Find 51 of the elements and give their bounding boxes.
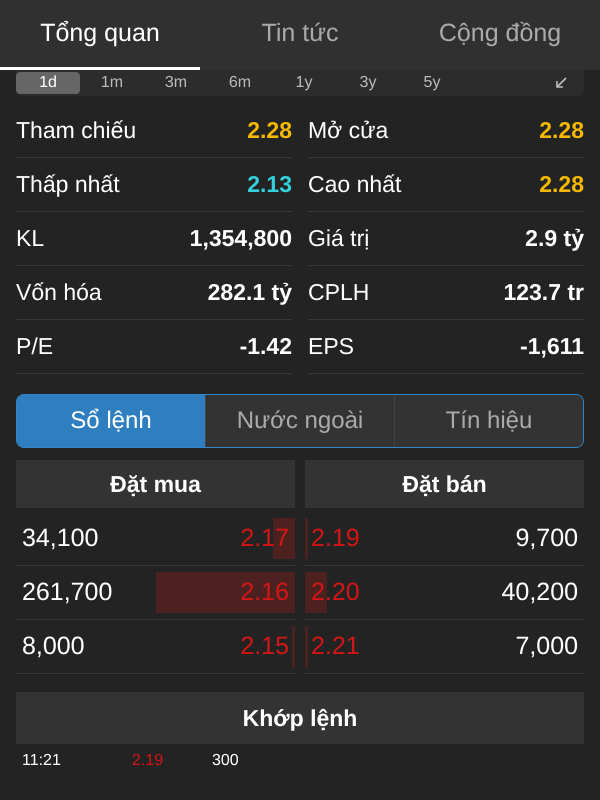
trade-time: 11:21 [22,752,62,770]
stat-value: -1,611 [520,333,584,360]
stat-value: 2.9 tỷ [525,225,584,252]
period-tab[interactable]: 3y [336,72,400,94]
ask-price: 2.21 [311,632,360,661]
period-tab[interactable]: 6m [208,72,272,94]
tab[interactable]: Tin tức [200,0,400,70]
bid-volume: 261,700 [22,578,112,607]
period-tab[interactable]: 1y [272,72,336,94]
bid-volume: 8,000 [22,632,85,661]
stat-value: 2.13 [247,171,292,198]
stat-value: 2.28 [539,117,584,144]
period-tab[interactable]: 1m [80,72,144,94]
stat-label: EPS [308,333,354,360]
column-header: Đặt bán [305,460,584,508]
ask-volume: 7,000 [515,632,578,661]
bid-volume: 34,100 [22,524,98,553]
column-header: Đặt mua [16,460,295,508]
ask-volume: 40,200 [502,578,578,607]
ask-volume: 9,700 [515,524,578,553]
segment-tab[interactable]: Nước ngoài [205,395,394,447]
stat-value: 2.28 [247,117,292,144]
period-tab[interactable]: 1d [16,72,80,94]
bid-price: 2.15 [240,632,289,661]
period-tab[interactable]: 5y [400,72,464,94]
stat-label: Giá trị [308,225,370,252]
stat-label: Mở cửa [308,117,388,144]
stat-value: 1,354,800 [190,225,292,252]
expand-icon[interactable] [554,76,568,90]
stat-label: Thấp nhất [16,171,120,198]
section-header: Khớp lệnh [16,692,584,744]
bid-price: 2.17 [240,524,289,553]
bid-price: 2.16 [240,578,289,607]
trade-volume: 300 [212,752,239,770]
stat-value: 2.28 [539,171,584,198]
stat-value: 282.1 tỷ [208,279,292,306]
segment-tab[interactable]: Sổ lệnh [17,395,205,447]
stat-label: CPLH [308,279,370,306]
stat-value: 123.7 tr [503,279,584,306]
trade-price: 2.19 [132,752,164,770]
stat-value: -1.42 [240,333,292,360]
stat-label: Vốn hóa [16,279,102,306]
stat-label: P/E [16,333,54,360]
segment-tab[interactable]: Tín hiệu [394,395,583,447]
stat-label: Tham chiếu [16,117,136,144]
tab[interactable]: Cộng đồng [400,0,600,70]
ask-price: 2.19 [311,524,360,553]
period-tab[interactable]: 3m [144,72,208,94]
stat-label: Cao nhất [308,171,402,198]
stat-label: KL [16,225,44,252]
ask-price: 2.20 [311,578,360,607]
